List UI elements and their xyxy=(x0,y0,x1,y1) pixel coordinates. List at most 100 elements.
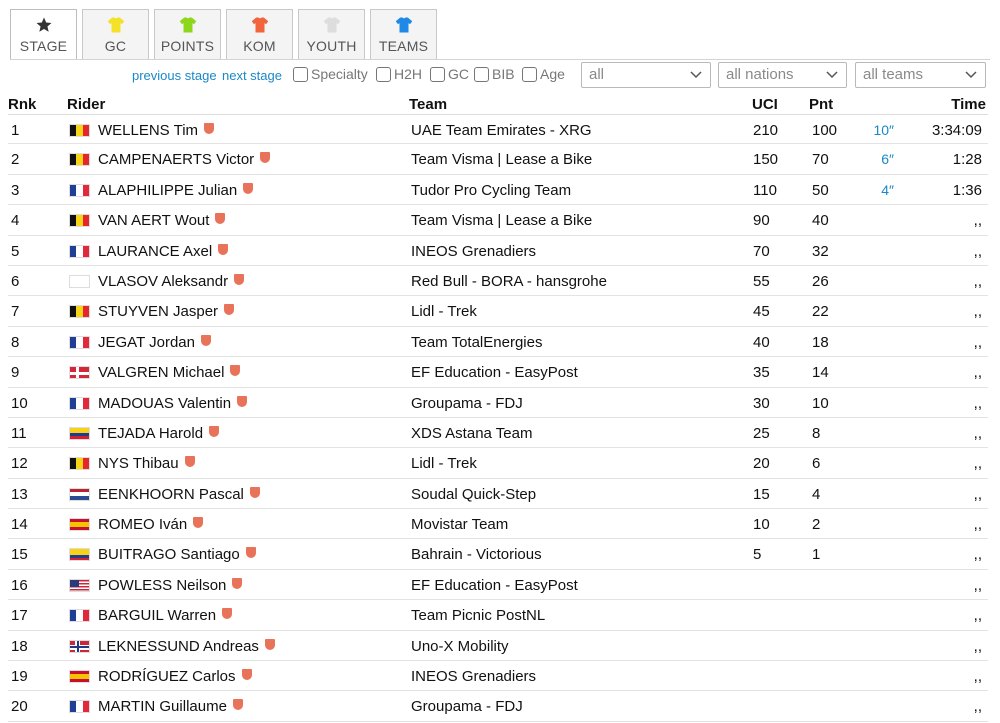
team-link[interactable]: EF Education - EasyPost xyxy=(411,364,578,381)
checkbox-box[interactable] xyxy=(293,66,308,82)
time-cell: ,, xyxy=(973,516,982,534)
team-link[interactable]: Team Picnic PostNL xyxy=(411,607,545,624)
rank-cell: 15 xyxy=(11,546,28,564)
checkbox-box[interactable] xyxy=(376,66,391,82)
rider-link[interactable]: MARTIN Guillaume xyxy=(98,698,227,715)
rider-cell: JEGAT Jordan xyxy=(98,334,211,351)
team-link[interactable]: Team TotalEnergies xyxy=(411,334,542,351)
rider-link[interactable]: POWLESS Neilson xyxy=(98,577,226,594)
time-cell: ,, xyxy=(973,455,982,473)
team-shield-icon xyxy=(224,304,235,316)
team-link[interactable]: Red Bull - BORA - hansgrohe xyxy=(411,273,607,290)
specialty-checkbox[interactable]: Specialty xyxy=(293,66,368,82)
previous-stage-link[interactable]: previous stage xyxy=(132,68,217,83)
uci-points-cell: 55 xyxy=(753,272,770,290)
rank-cell: 2 xyxy=(11,151,20,169)
team-link[interactable]: Movistar Team xyxy=(411,516,508,533)
tab-stage[interactable]: STAGE xyxy=(10,9,77,60)
h2h-checkbox[interactable]: H2H xyxy=(376,66,422,82)
team-link[interactable]: Tudor Pro Cycling Team xyxy=(411,182,571,199)
table-row: 2 CAMPENAERTS Victor Team Visma | Lease a … xyxy=(8,144,988,175)
team-link[interactable]: INEOS Grenadiers xyxy=(411,668,536,685)
checkbox-box[interactable] xyxy=(522,66,537,82)
nations-select[interactable]: all nations xyxy=(718,62,847,88)
team-link[interactable]: Uno-X Mobility xyxy=(411,638,509,655)
chevron-down-icon xyxy=(690,71,702,79)
tab-gc[interactable]: GC xyxy=(82,9,149,59)
rider-link[interactable]: WELLENS Tim xyxy=(98,122,198,139)
tab-kom[interactable]: KOM xyxy=(226,9,293,59)
flag-icon xyxy=(69,518,90,532)
rider-link[interactable]: CAMPENAERTS Victor xyxy=(98,151,254,168)
flag-icon xyxy=(69,639,90,653)
checkbox-box[interactable] xyxy=(474,66,489,82)
tab-teams[interactable]: TEAMS xyxy=(370,9,437,59)
team-link[interactable]: Groupama - FDJ xyxy=(411,395,523,412)
rider-cell: POWLESS Neilson xyxy=(98,577,243,594)
header-team[interactable]: Team xyxy=(409,96,447,113)
bib-checkbox[interactable]: BIB xyxy=(474,66,515,82)
team-link[interactable]: INEOS Grenadiers xyxy=(411,243,536,260)
points-cell: 6 xyxy=(812,455,821,473)
flag-icon xyxy=(69,457,90,471)
rider-link[interactable]: RODRÍGUEZ Carlos xyxy=(98,668,236,685)
team-link[interactable]: EF Education - EasyPost xyxy=(411,577,578,594)
flag-icon xyxy=(69,426,90,440)
rider-link[interactable]: VLASOV Aleksandr xyxy=(98,273,228,290)
team-link[interactable]: Team Visma | Lease a Bike xyxy=(411,212,592,229)
rider-link[interactable]: ALAPHILIPPE Julian xyxy=(98,182,237,199)
team-link[interactable]: Groupama - FDJ xyxy=(411,698,523,715)
rider-link[interactable]: TEJADA Harold xyxy=(98,425,203,442)
tab-points[interactable]: POINTS xyxy=(154,9,221,59)
rider-link[interactable]: ROMEO Iván xyxy=(98,516,187,533)
header-rnk[interactable]: Rnk xyxy=(8,96,36,113)
table-row: 7 STUYVEN Jasper Lidl - Trek 45 22,, xyxy=(8,296,988,327)
rider-link[interactable]: EENKHOORN Pascal xyxy=(98,486,244,503)
flag-icon xyxy=(69,487,90,501)
tab-divider xyxy=(10,59,990,60)
jersey-icon xyxy=(395,16,413,34)
rider-link[interactable]: VALGREN Michael xyxy=(98,364,224,381)
chevron-down-icon xyxy=(826,71,838,79)
header-time[interactable]: Time xyxy=(951,96,986,113)
rider-link[interactable]: JEGAT Jordan xyxy=(98,334,195,351)
gc-checkbox[interactable]: GC xyxy=(430,66,469,82)
tab-youth[interactable]: YOUTH xyxy=(298,9,365,59)
flag-icon xyxy=(69,609,90,623)
uci-points-cell: 90 xyxy=(753,212,770,230)
time-cell: ,, xyxy=(973,424,982,442)
rider-link[interactable]: BARGUIL Warren xyxy=(98,607,216,624)
table-row: 20 MARTIN Guillaume Groupama - FDJ,, xyxy=(8,691,988,722)
rider-link[interactable]: VAN AERT Wout xyxy=(98,212,209,229)
rider-link[interactable]: BUITRAGO Santiago xyxy=(98,546,240,563)
table-row: 16 POWLESS Neilson EF Education - EasyPost… xyxy=(8,570,988,601)
uci-points-cell: 20 xyxy=(753,455,770,473)
rider-link[interactable]: STUYVEN Jasper xyxy=(98,303,218,320)
age-checkbox[interactable]: Age xyxy=(522,66,565,82)
time-cell: ,, xyxy=(973,698,982,716)
header-uci[interactable]: UCI xyxy=(752,96,778,113)
team-link[interactable]: Team Visma | Lease a Bike xyxy=(411,151,592,168)
uci-points-cell: 25 xyxy=(753,424,770,442)
rider-link[interactable]: MADOUAS Valentin xyxy=(98,395,231,412)
teams-select[interactable]: all teams xyxy=(855,62,986,88)
team-link[interactable]: XDS Astana Team xyxy=(411,425,532,442)
select-value: all xyxy=(589,66,605,83)
rider-link[interactable]: LAURANCE Axel xyxy=(98,243,212,260)
header-rider[interactable]: Rider xyxy=(67,96,105,113)
rider-link[interactable]: NYS Thibau xyxy=(98,455,179,472)
next-stage-link[interactable]: next stage xyxy=(222,68,282,83)
team-link[interactable]: Lidl - Trek xyxy=(411,303,477,320)
rider-cell: VLASOV Aleksandr xyxy=(98,273,245,290)
rider-cell: EENKHOORN Pascal xyxy=(98,486,260,503)
stage-filter-select[interactable]: all xyxy=(581,62,711,88)
uci-points-cell: 5 xyxy=(753,546,762,564)
header-pnt[interactable]: Pnt xyxy=(809,96,833,113)
checkbox-label: Age xyxy=(540,66,565,82)
rider-link[interactable]: LEKNESSUND Andreas xyxy=(98,638,259,655)
checkbox-box[interactable] xyxy=(430,66,445,82)
team-link[interactable]: Soudal Quick-Step xyxy=(411,486,536,503)
team-link[interactable]: Lidl - Trek xyxy=(411,455,477,472)
team-link[interactable]: UAE Team Emirates - XRG xyxy=(411,122,592,139)
team-link[interactable]: Bahrain - Victorious xyxy=(411,546,542,563)
